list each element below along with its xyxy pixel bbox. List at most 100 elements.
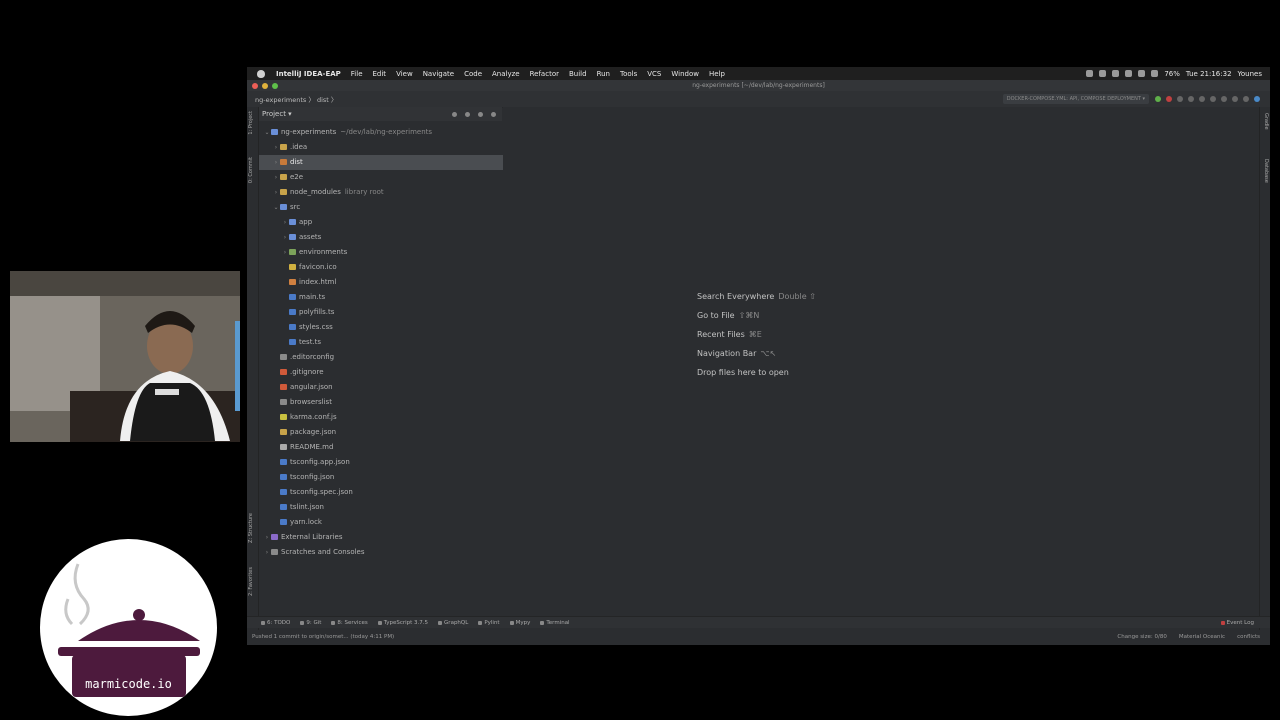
layout-icon[interactable] [1254,96,1260,102]
tray-icon[interactable] [1086,70,1094,77]
tool-todo[interactable]: 6: TODO [261,620,290,626]
editor-empty-area[interactable]: Search Everywhere Double ⇧ Go to File ⇧⌘N … [503,107,1259,633]
project-tree-row[interactable]: ⌄ ng-experiments ~/dev/lab/ng-experiments [259,125,506,140]
project-tree-row[interactable]: › environments [259,245,524,260]
volume-icon[interactable] [1138,70,1146,77]
tab-commit[interactable]: 0: Commit [248,157,254,183]
breadcrumb[interactable]: ng-experiments 〉 dist 〉 [247,94,337,104]
project-tree-row[interactable]: tsconfig.spec.json [259,485,515,500]
close-window-button[interactable] [252,83,258,89]
tab-structure[interactable]: Z: Structure [248,513,254,543]
menu-analyze[interactable]: Analyze [487,70,525,78]
settings-icon[interactable] [1243,96,1249,102]
project-tree-row[interactable]: favicon.ico [259,260,524,275]
project-tree-row[interactable]: › .idea [259,140,515,155]
menu-help[interactable]: Help [704,70,730,78]
history-icon[interactable] [1232,96,1238,102]
menu-refactor[interactable]: Refactor [525,70,564,78]
project-tree-row[interactable]: main.ts [259,290,524,305]
clock[interactable]: Tue 21:16:32 [1186,70,1232,78]
project-tree-row[interactable]: angular.json [259,380,515,395]
project-tree-row[interactable]: .gitignore [259,365,515,380]
project-tree-row[interactable]: › e2e [259,170,515,185]
apple-icon[interactable] [257,69,265,78]
git-branch-widget[interactable]: conflicts [1237,634,1260,640]
chevron-right-icon[interactable]: › [272,170,280,185]
git-update-icon[interactable] [1210,96,1216,102]
menu-window[interactable]: Window [666,70,704,78]
project-tree-row[interactable]: styles.css [259,320,524,335]
tray-icon[interactable] [1112,70,1120,77]
coverage-icon[interactable] [1188,96,1194,102]
change-size-widget[interactable]: Change size: 0/80 [1117,634,1166,640]
project-tree-row[interactable]: › node_modules library root [259,185,515,200]
tool-mypy[interactable]: Mypy [509,620,530,626]
git-push-icon[interactable] [1221,96,1227,102]
project-tree-row[interactable]: tsconfig.app.json [259,455,515,470]
project-tree-row[interactable]: › app [259,215,524,230]
chevron-right-icon[interactable]: › [281,230,289,245]
user-name[interactable]: Younes [1238,70,1262,78]
menu-view[interactable]: View [391,70,418,78]
tool-services[interactable]: 8: Services [331,620,368,626]
tool-pylint[interactable]: Pylint [478,620,500,626]
chevron-right-icon[interactable]: › [281,245,289,260]
menu-code[interactable]: Code [459,70,487,78]
chevron-right-icon[interactable]: › [272,155,280,170]
menu-build[interactable]: Build [564,70,592,78]
run-icon[interactable] [1155,96,1161,102]
menu-tools[interactable]: Tools [615,70,642,78]
project-tree-row[interactable]: karma.conf.js [259,410,515,425]
project-tree-row[interactable]: .editorconfig [259,350,515,365]
tray-icon[interactable] [1099,70,1107,77]
run-configuration-select[interactable]: DOCKER-COMPOSE.YML: API, COMPOSE DEPLOYM… [1002,94,1149,104]
project-tree-row[interactable]: README.md [259,440,515,455]
tab-favorites[interactable]: 2: Favorites [248,567,254,596]
project-tree-row[interactable]: ⌄ src [259,200,515,215]
gear-icon[interactable] [478,111,483,117]
project-tree-row[interactable]: › External Libraries [259,530,506,545]
hide-icon[interactable] [491,111,496,117]
tool-typescript[interactable]: TypeScript 3.7.5 [377,620,428,626]
chevron-down-icon[interactable]: ⌄ [263,125,271,140]
minimize-window-button[interactable] [262,83,268,89]
stop-icon[interactable] [1199,96,1205,102]
tab-database[interactable]: Database [1263,159,1269,183]
menu-vcs[interactable]: VCS [642,70,666,78]
project-tree-row[interactable]: tslint.json [259,500,515,515]
status-message[interactable]: Pushed 1 commit to origin/somet... (toda… [252,634,394,640]
project-tree-row[interactable]: › dist [259,155,515,170]
menu-app[interactable]: IntelliJ IDEA-EAP [271,70,346,78]
theme-widget[interactable]: Material Oceanic [1179,634,1225,640]
debug-icon[interactable] [1166,96,1172,102]
project-tree-row[interactable]: polyfills.ts [259,305,524,320]
project-tree-row[interactable]: › assets [259,230,524,245]
menu-navigate[interactable]: Navigate [418,70,459,78]
menu-run[interactable]: Run [592,70,615,78]
chevron-right-icon[interactable]: › [281,215,289,230]
profile-icon[interactable] [1177,96,1183,102]
project-tree-row[interactable]: yarn.lock [259,515,515,530]
tool-git[interactable]: 9: Git [300,620,321,626]
search-icon[interactable] [1125,70,1133,77]
chevron-right-icon[interactable]: › [272,185,280,200]
project-tree-row[interactable]: › Scratches and Consoles [259,545,506,560]
zoom-window-button[interactable] [272,83,278,89]
project-view-selector[interactable]: Project ▾ [262,110,292,118]
chevron-down-icon[interactable]: ⌄ [272,200,280,215]
tab-project[interactable]: 1: Project [248,111,254,135]
locate-icon[interactable] [452,111,457,117]
tool-terminal[interactable]: Terminal [540,620,570,626]
project-tree-row[interactable]: tsconfig.json [259,470,515,485]
menu-edit[interactable]: Edit [368,70,392,78]
chevron-right-icon[interactable]: › [272,140,280,155]
project-tree-row[interactable]: index.html [259,275,524,290]
tool-graphql[interactable]: GraphQL [438,620,468,626]
chevron-right-icon[interactable]: › [263,545,271,560]
wifi-icon[interactable] [1151,70,1159,77]
collapse-icon[interactable] [465,111,470,117]
chevron-right-icon[interactable]: › [263,530,271,545]
tab-gradle[interactable]: Gradle [1263,113,1269,130]
project-tree-row[interactable]: package.json [259,425,515,440]
event-log-button[interactable]: Event Log [1220,620,1270,626]
